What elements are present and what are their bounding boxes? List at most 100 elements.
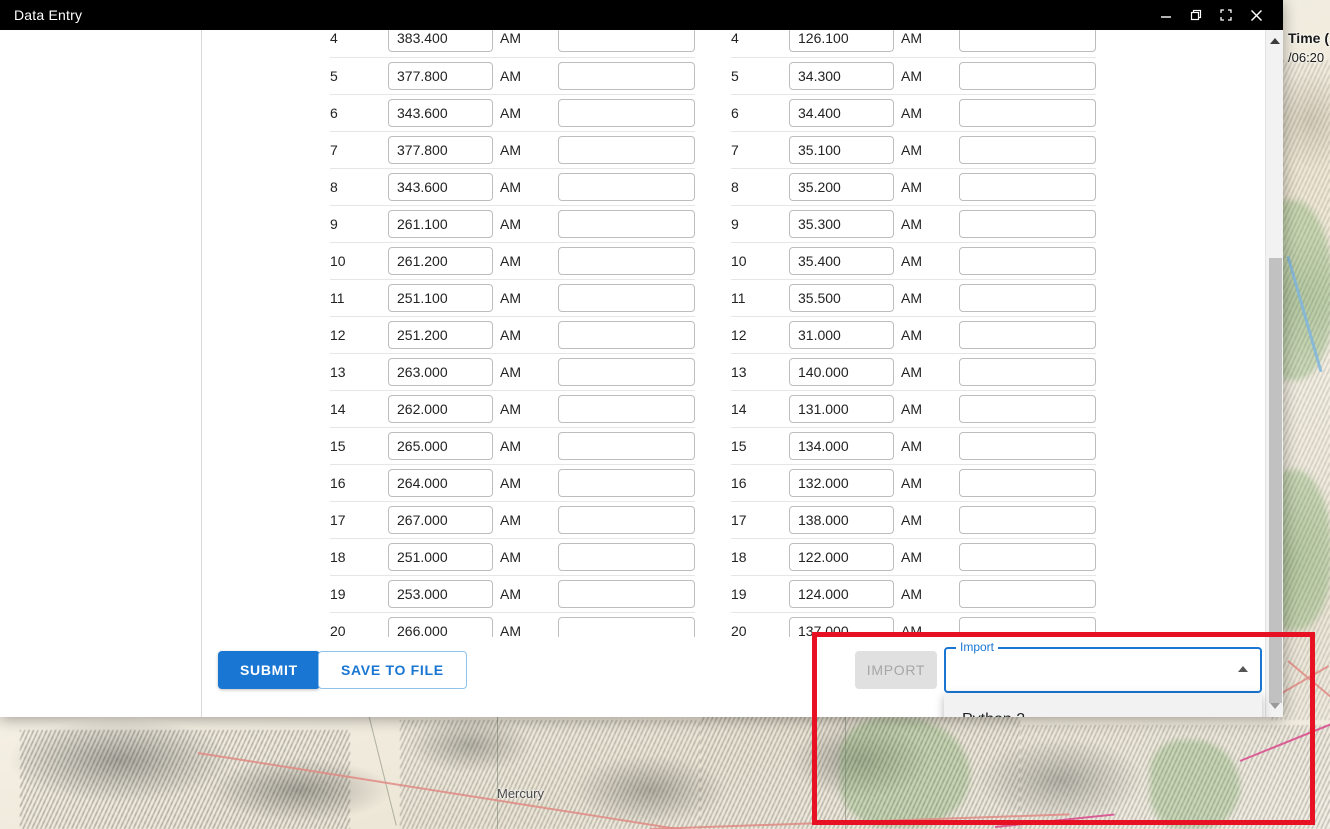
- value-input[interactable]: [789, 542, 894, 571]
- extra-input[interactable]: [959, 357, 1096, 386]
- scroll-down-icon[interactable]: [1266, 697, 1284, 715]
- value-input[interactable]: [789, 61, 894, 90]
- value-input[interactable]: [789, 505, 894, 534]
- extra-input[interactable]: [959, 579, 1096, 608]
- row-index: 18: [731, 537, 789, 575]
- extra-input[interactable]: [959, 505, 1096, 534]
- unit-label: AM: [500, 315, 558, 353]
- extra-input[interactable]: [959, 542, 1096, 571]
- value-input[interactable]: [388, 320, 493, 349]
- minimize-icon[interactable]: [1151, 0, 1181, 30]
- extra-input[interactable]: [558, 468, 695, 497]
- value-input[interactable]: [789, 468, 894, 497]
- unit-label: AM: [901, 389, 959, 427]
- extra-input[interactable]: [558, 61, 695, 90]
- extra-input[interactable]: [959, 61, 1096, 90]
- extra-input[interactable]: [959, 394, 1096, 423]
- value-cell: [789, 463, 901, 501]
- extra-input[interactable]: [558, 357, 695, 386]
- value-input[interactable]: [388, 357, 493, 386]
- value-cell: [388, 278, 500, 316]
- value-input[interactable]: [789, 30, 894, 53]
- extra-input[interactable]: [959, 246, 1096, 275]
- extra-cell: [959, 167, 1096, 205]
- extra-input[interactable]: [959, 320, 1096, 349]
- value-input[interactable]: [388, 394, 493, 423]
- value-input[interactable]: [789, 98, 894, 127]
- extra-input[interactable]: [558, 505, 695, 534]
- table-row: 8 AM: [731, 167, 1096, 205]
- value-input[interactable]: [388, 505, 493, 534]
- import-select[interactable]: Import: [944, 640, 1262, 693]
- value-cell: [789, 352, 901, 390]
- title-bar[interactable]: Data Entry: [0, 0, 1283, 30]
- scroll-up-icon[interactable]: [1266, 32, 1284, 50]
- value-input[interactable]: [789, 431, 894, 460]
- extra-input[interactable]: [959, 98, 1096, 127]
- value-input[interactable]: [388, 579, 493, 608]
- value-input[interactable]: [388, 98, 493, 127]
- value-input[interactable]: [789, 579, 894, 608]
- value-input[interactable]: [789, 172, 894, 201]
- value-input[interactable]: [789, 246, 894, 275]
- close-icon[interactable]: [1241, 0, 1271, 30]
- value-input[interactable]: [388, 61, 493, 90]
- table-row: 10 AM: [330, 241, 695, 279]
- value-input[interactable]: [388, 283, 493, 312]
- value-input[interactable]: [789, 394, 894, 423]
- extra-input[interactable]: [959, 30, 1096, 53]
- extra-input[interactable]: [558, 30, 695, 53]
- save-to-file-button[interactable]: SAVE TO FILE: [318, 651, 467, 689]
- extra-input[interactable]: [558, 98, 695, 127]
- value-cell: [388, 463, 500, 501]
- extra-input[interactable]: [558, 135, 695, 164]
- extra-input[interactable]: [558, 579, 695, 608]
- restore-icon[interactable]: [1181, 0, 1211, 30]
- extra-input[interactable]: [558, 320, 695, 349]
- extra-input[interactable]: [558, 172, 695, 201]
- extra-input[interactable]: [558, 542, 695, 571]
- row-index: 7: [731, 130, 789, 168]
- extra-input[interactable]: [959, 135, 1096, 164]
- extra-input[interactable]: [558, 283, 695, 312]
- row-index: 13: [731, 352, 789, 390]
- value-input[interactable]: [388, 172, 493, 201]
- submit-button[interactable]: SUBMIT: [218, 651, 320, 689]
- extra-cell: [959, 574, 1096, 612]
- value-input[interactable]: [388, 431, 493, 460]
- extra-input[interactable]: [959, 468, 1096, 497]
- scrollbar-thumb[interactable]: [1269, 258, 1282, 703]
- extra-input[interactable]: [959, 431, 1096, 460]
- value-input[interactable]: [789, 357, 894, 386]
- extra-input[interactable]: [558, 246, 695, 275]
- value-input[interactable]: [789, 135, 894, 164]
- value-input[interactable]: [789, 283, 894, 312]
- vertical-scrollbar[interactable]: [1265, 30, 1283, 717]
- value-cell: [388, 500, 500, 538]
- table-row: 18 AM: [731, 537, 1096, 575]
- value-input[interactable]: [388, 468, 493, 497]
- import-button[interactable]: IMPORT: [855, 651, 937, 689]
- table-row: 11 AM: [731, 278, 1096, 316]
- value-input[interactable]: [388, 542, 493, 571]
- row-index: 19: [330, 574, 388, 612]
- value-input[interactable]: [789, 320, 894, 349]
- row-index: 8: [330, 167, 388, 205]
- extra-input[interactable]: [558, 394, 695, 423]
- value-input[interactable]: [388, 246, 493, 275]
- extra-input[interactable]: [558, 431, 695, 460]
- value-cell: [388, 56, 500, 94]
- value-input[interactable]: [388, 209, 493, 238]
- unit-label: AM: [901, 278, 959, 316]
- extra-cell: [558, 500, 695, 538]
- dropdown-option-python-2[interactable]: Python 2: [944, 693, 1262, 717]
- extra-input[interactable]: [558, 209, 695, 238]
- extra-input[interactable]: [959, 209, 1096, 238]
- extra-input[interactable]: [959, 283, 1096, 312]
- extra-input[interactable]: [959, 172, 1096, 201]
- value-input[interactable]: [388, 30, 493, 53]
- fullscreen-icon[interactable]: [1211, 0, 1241, 30]
- value-input[interactable]: [789, 209, 894, 238]
- chevron-up-icon[interactable]: [1238, 666, 1248, 672]
- value-input[interactable]: [388, 135, 493, 164]
